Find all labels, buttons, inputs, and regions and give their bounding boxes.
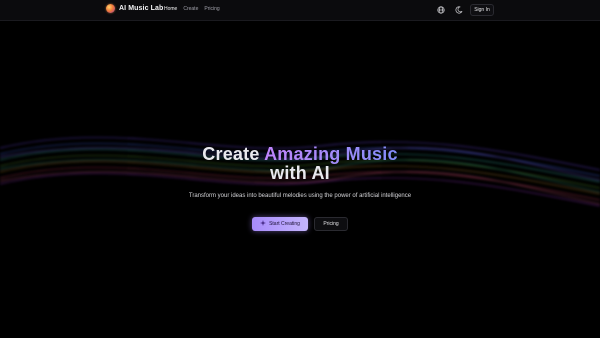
hero-subtitle: Transform your ideas into beautiful melo… [188,193,412,199]
page: AI Music Lab Home Create Pricing Sign In [0,0,600,338]
sign-in-button[interactable]: Sign In [470,4,494,16]
moon-icon[interactable] [454,5,464,15]
hero-title-accent: Amazing Music [264,144,398,164]
globe-icon[interactable] [436,5,446,15]
brand-name: AI Music Lab [119,5,164,12]
hero-actions: Start Creating Pricing [0,217,600,231]
hero-title-tail: with AI [270,163,330,183]
brand-logo[interactable]: AI Music Lab [106,4,163,13]
nav-item-home[interactable]: Home [164,6,177,12]
nav-item-pricing[interactable]: Pricing [204,6,219,12]
main-nav: Home Create Pricing [164,6,220,12]
nav-item-create[interactable]: Create [183,6,198,12]
pricing-button[interactable]: Pricing [314,217,348,231]
sparkle-icon [260,220,267,228]
music-logo-icon [106,4,115,13]
hero-title-lead: Create [202,144,265,164]
top-header: AI Music Lab Home Create Pricing Sign In [0,0,600,21]
hero-section: Create Amazing Music with AI Transform y… [0,145,600,201]
hero-title: Create Amazing Music with AI [0,145,600,183]
start-creating-button[interactable]: Start Creating [252,217,308,231]
start-creating-label: Start Creating [269,221,300,227]
